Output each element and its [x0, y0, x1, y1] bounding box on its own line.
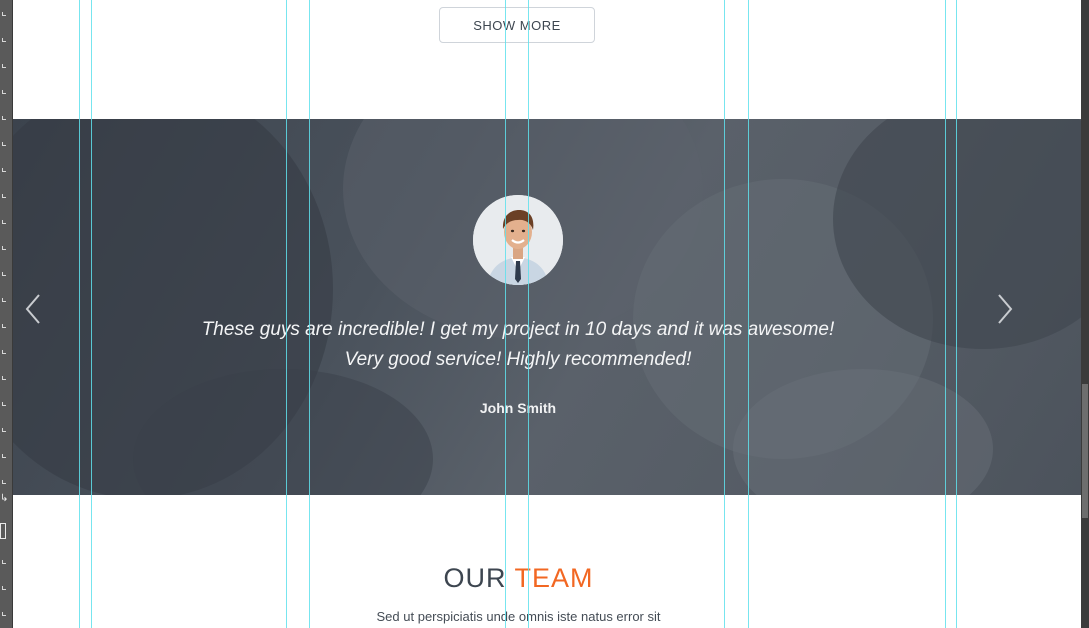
column-guide[interactable]: [748, 0, 749, 628]
ruler-tick: [2, 220, 6, 224]
chevron-right-icon[interactable]: [993, 291, 1017, 327]
title-main: OUR: [443, 563, 507, 593]
ruler-tick: [2, 586, 6, 590]
ruler-tick: [2, 428, 6, 432]
team-section-title: OUR TEAM: [13, 563, 1024, 594]
vertical-scrollbar[interactable]: [1081, 0, 1089, 628]
ruler-tick: [2, 376, 6, 380]
ruler-tick: [2, 350, 6, 354]
column-guide[interactable]: [505, 0, 506, 628]
ruler-tick: [2, 272, 6, 276]
column-guide[interactable]: [309, 0, 310, 628]
column-guide[interactable]: [528, 0, 529, 628]
ruler-tick: [2, 12, 6, 16]
ruler-tick: [2, 560, 6, 564]
ruler-tick: [2, 116, 6, 120]
testimonial-author: John Smith: [479, 400, 557, 416]
services-section: SHOW MORE: [13, 0, 1081, 119]
ruler-tick: [2, 64, 6, 68]
ruler-tick: [2, 480, 6, 484]
vertical-ruler: ↳: [0, 0, 13, 628]
ruler-marker[interactable]: [0, 523, 6, 539]
ruler-tick: [2, 168, 6, 172]
show-more-button[interactable]: SHOW MORE: [439, 7, 595, 43]
ruler-tick: [2, 612, 6, 616]
quote-line: Very good service! Highly recommended!: [344, 349, 692, 370]
testimonial-quote: These guys are incredible! I get my proj…: [113, 315, 923, 375]
ruler-tick: [2, 454, 6, 458]
ruler-tick: [2, 142, 6, 146]
column-guide[interactable]: [286, 0, 287, 628]
column-guide[interactable]: [956, 0, 957, 628]
team-section-subtitle: Sed ut perspiciatis unde omnis iste natu…: [376, 609, 661, 624]
page-canvas: SHOW MORE These guys are incredible! I g…: [13, 0, 1081, 628]
testimonial-section: These guys are incredible! I get my proj…: [13, 119, 1081, 495]
scrollbar-thumb[interactable]: [1082, 384, 1088, 518]
ruler-arrow-icon[interactable]: ↳: [0, 494, 8, 504]
ruler-tick: [2, 38, 6, 42]
column-guide[interactable]: [79, 0, 80, 628]
column-guide[interactable]: [945, 0, 946, 628]
person-portrait-icon: [473, 195, 563, 285]
ruler-tick: [2, 402, 6, 406]
avatar: [473, 195, 563, 285]
ruler-tick: [2, 324, 6, 328]
quote-line: These guys are incredible! I get my proj…: [201, 319, 835, 340]
title-accent: TEAM: [514, 563, 594, 593]
ruler-tick: [2, 194, 6, 198]
ruler-tick: [2, 246, 6, 250]
column-guide[interactable]: [91, 0, 92, 628]
chevron-left-icon[interactable]: [21, 291, 45, 327]
ruler-tick: [2, 90, 6, 94]
ruler-tick: [2, 298, 6, 302]
column-guide[interactable]: [724, 0, 725, 628]
